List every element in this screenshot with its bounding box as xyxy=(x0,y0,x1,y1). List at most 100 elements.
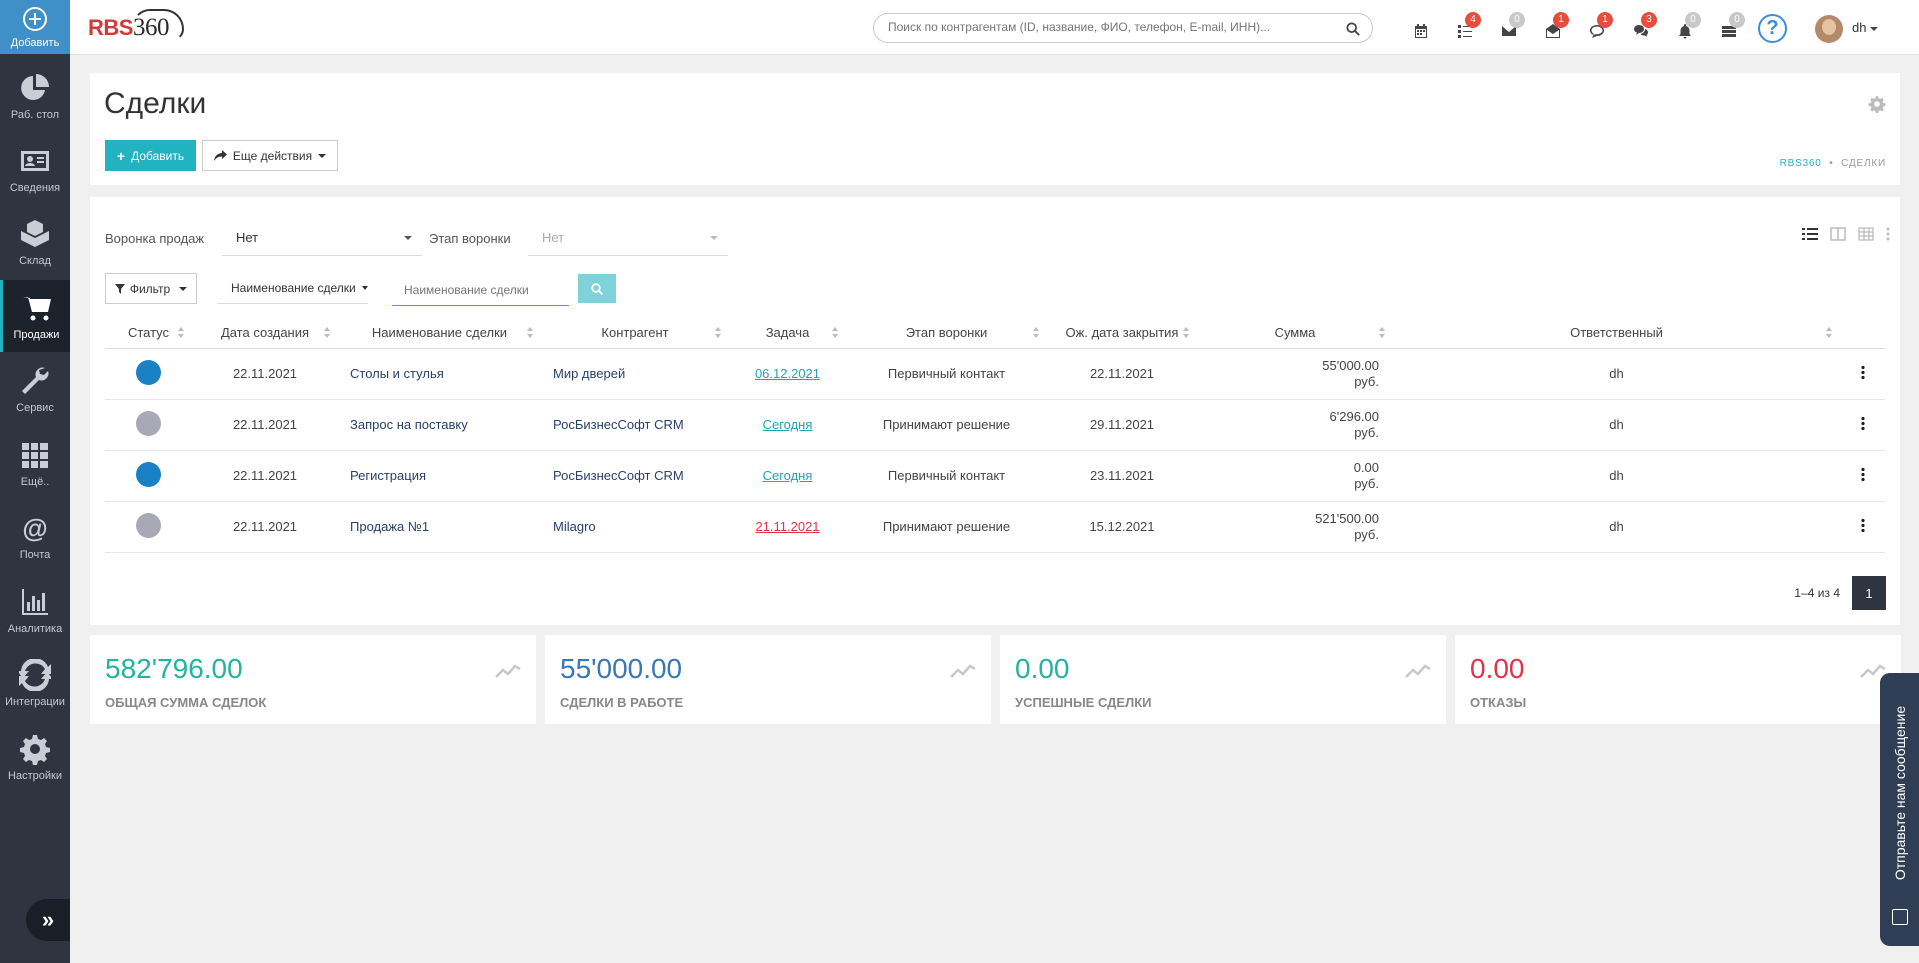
mail-open-badge: 1 xyxy=(1553,12,1569,28)
contractor-name[interactable]: РосБизнесСофт CRM xyxy=(541,399,729,451)
sidebar-add-button[interactable]: Добавить xyxy=(0,0,70,54)
amount-cell: 6'296.00 руб. xyxy=(1197,399,1393,451)
comment-button[interactable]: 1 xyxy=(1585,12,1613,43)
amount: 521'500.00 xyxy=(1315,510,1379,526)
contractor-name[interactable]: Milagro xyxy=(541,501,729,553)
list-view-icon[interactable] xyxy=(1802,227,1818,241)
calendar-button[interactable] xyxy=(1409,19,1433,43)
grid-icon xyxy=(22,442,48,468)
sidebar: Добавить Раб. стол Сведения Склад Продаж… xyxy=(0,0,70,963)
deal-search-button[interactable] xyxy=(578,274,616,303)
more-actions-button[interactable]: Еще действия xyxy=(202,140,338,171)
more-vertical-icon[interactable] xyxy=(1886,227,1890,241)
sidebar-item-label: Продажи xyxy=(13,328,60,341)
bar-chart-icon xyxy=(22,588,48,615)
more-vertical-icon[interactable] xyxy=(1860,518,1865,532)
task-link[interactable]: Сегодня xyxy=(763,417,813,432)
user-menu[interactable]: dh xyxy=(1852,20,1879,35)
filter-button[interactable]: Фильтр xyxy=(105,273,197,304)
status-dot[interactable] xyxy=(136,461,161,487)
deal-name[interactable]: Запрос на поставку xyxy=(338,399,541,451)
breadcrumb-root[interactable]: RBS360 xyxy=(1780,158,1822,169)
column-header-stage[interactable]: Этап воронки xyxy=(846,317,1047,349)
comments-button[interactable]: 3 xyxy=(1629,12,1657,43)
currency: руб. xyxy=(1354,526,1379,542)
deal-name[interactable]: Столы и стулья xyxy=(338,348,541,400)
task-link[interactable]: 06.12.2021 xyxy=(755,366,820,381)
sidebar-item-label: Аналитика xyxy=(7,622,63,635)
column-header-contractor[interactable]: Контрагент xyxy=(541,317,729,349)
sidebar-item-integrations[interactable]: Интеграции xyxy=(0,647,70,719)
mail-button[interactable]: 0 xyxy=(1497,12,1525,43)
search-field-select[interactable]: Наименование сделки xyxy=(217,273,368,304)
column-header-close-date[interactable]: Ож. дата закрытия xyxy=(1047,317,1197,349)
more-vertical-icon[interactable] xyxy=(1860,467,1865,481)
contractor-name[interactable]: Мир дверей xyxy=(541,348,729,400)
column-header-status[interactable]: Статус xyxy=(105,317,192,349)
deal-name[interactable]: Продажа №1 xyxy=(338,501,541,553)
close-date: 29.11.2021 xyxy=(1047,399,1197,451)
share-icon xyxy=(213,150,227,161)
sidebar-item-analytics[interactable]: Аналитика xyxy=(0,574,70,646)
avatar[interactable] xyxy=(1815,15,1843,43)
table-view-icon[interactable] xyxy=(1858,227,1874,241)
task-link[interactable]: 21.11.2021 xyxy=(755,519,819,534)
trend-icon[interactable] xyxy=(495,663,521,679)
global-search-input[interactable] xyxy=(888,20,1328,34)
task-link[interactable]: Сегодня xyxy=(763,468,813,483)
notifications-button[interactable]: 0 xyxy=(1673,12,1701,43)
status-dot[interactable] xyxy=(136,410,161,436)
contractor-name[interactable]: РосБизнесСофт CRM xyxy=(541,450,729,502)
sidebar-expand-button[interactable]: » xyxy=(26,899,70,941)
more-vertical-icon[interactable] xyxy=(1860,416,1865,430)
sidebar-item-sales[interactable]: Продажи xyxy=(0,280,70,352)
status-dot[interactable] xyxy=(136,359,161,385)
column-header-amount[interactable]: Сумма xyxy=(1197,317,1393,349)
column-header-owner[interactable]: Ответственный xyxy=(1393,317,1840,349)
sidebar-item-info[interactable]: Сведения xyxy=(0,133,70,205)
sidebar-item-label: Сервис xyxy=(16,401,54,414)
stage-select[interactable]: Нет xyxy=(528,220,728,256)
columns-view-icon[interactable] xyxy=(1830,227,1846,241)
sidebar-item-settings[interactable]: Настройки xyxy=(0,721,70,793)
settings-gear-icon[interactable] xyxy=(1868,95,1886,113)
sidebar-item-more[interactable]: Ещё.. xyxy=(0,427,70,499)
column-header-name[interactable]: Наименование сделки xyxy=(338,317,541,349)
sidebar-item-dashboard[interactable]: Раб. стол xyxy=(0,60,70,132)
tasks-button[interactable]: 4 xyxy=(1453,12,1481,43)
currency: руб. xyxy=(1354,373,1379,389)
table-row[interactable]: 22.11.2021 Запрос на поставку РосБизнесСоф… xyxy=(105,399,1885,451)
status-dot[interactable] xyxy=(136,512,161,538)
add-deal-button[interactable]: + Добавить xyxy=(105,140,196,171)
help-button[interactable]: ? xyxy=(1758,14,1787,43)
stack-button[interactable]: 0 xyxy=(1717,12,1745,43)
sidebar-item-warehouse[interactable]: Склад xyxy=(0,206,70,278)
trend-icon[interactable] xyxy=(1405,663,1431,679)
logo[interactable]: RBS360 xyxy=(88,9,184,42)
mail-open-button[interactable]: 1 xyxy=(1541,12,1569,43)
page-title: Сделки xyxy=(104,87,207,120)
owner: dh xyxy=(1393,501,1840,553)
table-row[interactable]: 22.11.2021 Регистрация РосБизнесСофт CRM Се… xyxy=(105,450,1885,502)
amount-cell: 0.00 руб. xyxy=(1197,450,1393,502)
funnel-select[interactable]: Нет xyxy=(222,220,422,256)
wrench-icon xyxy=(22,367,49,394)
table-row[interactable]: 22.11.2021 Столы и стулья Мир дверей 06.12.… xyxy=(105,348,1885,400)
amount-cell: 55'000.00 руб. xyxy=(1197,348,1393,400)
more-vertical-icon[interactable] xyxy=(1860,365,1865,379)
feedback-tab[interactable]: Отправьте нам сообщение xyxy=(1880,673,1919,946)
search-icon[interactable] xyxy=(1346,22,1360,36)
search-icon xyxy=(591,282,603,295)
column-header-task[interactable]: Задача xyxy=(729,317,846,349)
sidebar-item-service[interactable]: Сервис xyxy=(0,353,70,425)
trend-icon[interactable] xyxy=(950,663,976,679)
calendar-icon xyxy=(1415,24,1427,38)
deal-search-input[interactable] xyxy=(392,275,569,306)
page-button[interactable]: 1 xyxy=(1852,576,1886,610)
table-row[interactable]: 22.11.2021 Продажа №1 Milagro 21.11.2021 При… xyxy=(105,501,1885,553)
deal-name[interactable]: Регистрация xyxy=(338,450,541,502)
task-cell: 21.11.2021 xyxy=(729,501,846,553)
sidebar-item-mail[interactable]: @ Почта xyxy=(0,500,70,572)
stat-label: ОТКАЗЫ xyxy=(1470,695,1527,710)
column-header-created[interactable]: Дата создания xyxy=(192,317,338,349)
